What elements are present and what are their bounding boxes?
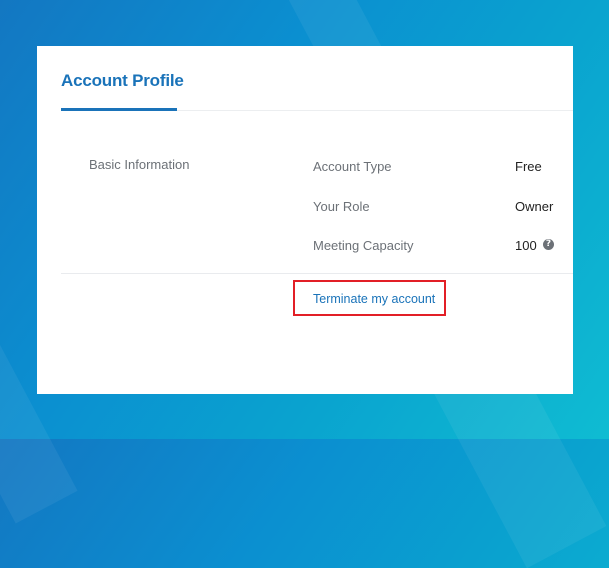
active-tab-indicator bbox=[61, 108, 177, 111]
section-label-basic-information: Basic Information bbox=[89, 157, 190, 172]
tab-divider bbox=[177, 110, 573, 111]
your-role-label: Your Role bbox=[313, 199, 370, 214]
question-circle-icon[interactable]: ? bbox=[543, 239, 554, 250]
account-type-value: Free bbox=[515, 159, 542, 174]
meeting-capacity-label: Meeting Capacity bbox=[313, 238, 414, 253]
tab-account-profile[interactable]: Account Profile bbox=[61, 71, 184, 91]
your-role-value: Owner bbox=[515, 199, 554, 214]
account-profile-panel: Account Profile Basic Information Accoun… bbox=[37, 46, 573, 394]
meeting-capacity-value: 100 bbox=[515, 238, 537, 253]
row-divider bbox=[61, 273, 573, 274]
account-type-label: Account Type bbox=[313, 159, 392, 174]
terminate-account-link[interactable]: Terminate my account bbox=[313, 292, 435, 306]
